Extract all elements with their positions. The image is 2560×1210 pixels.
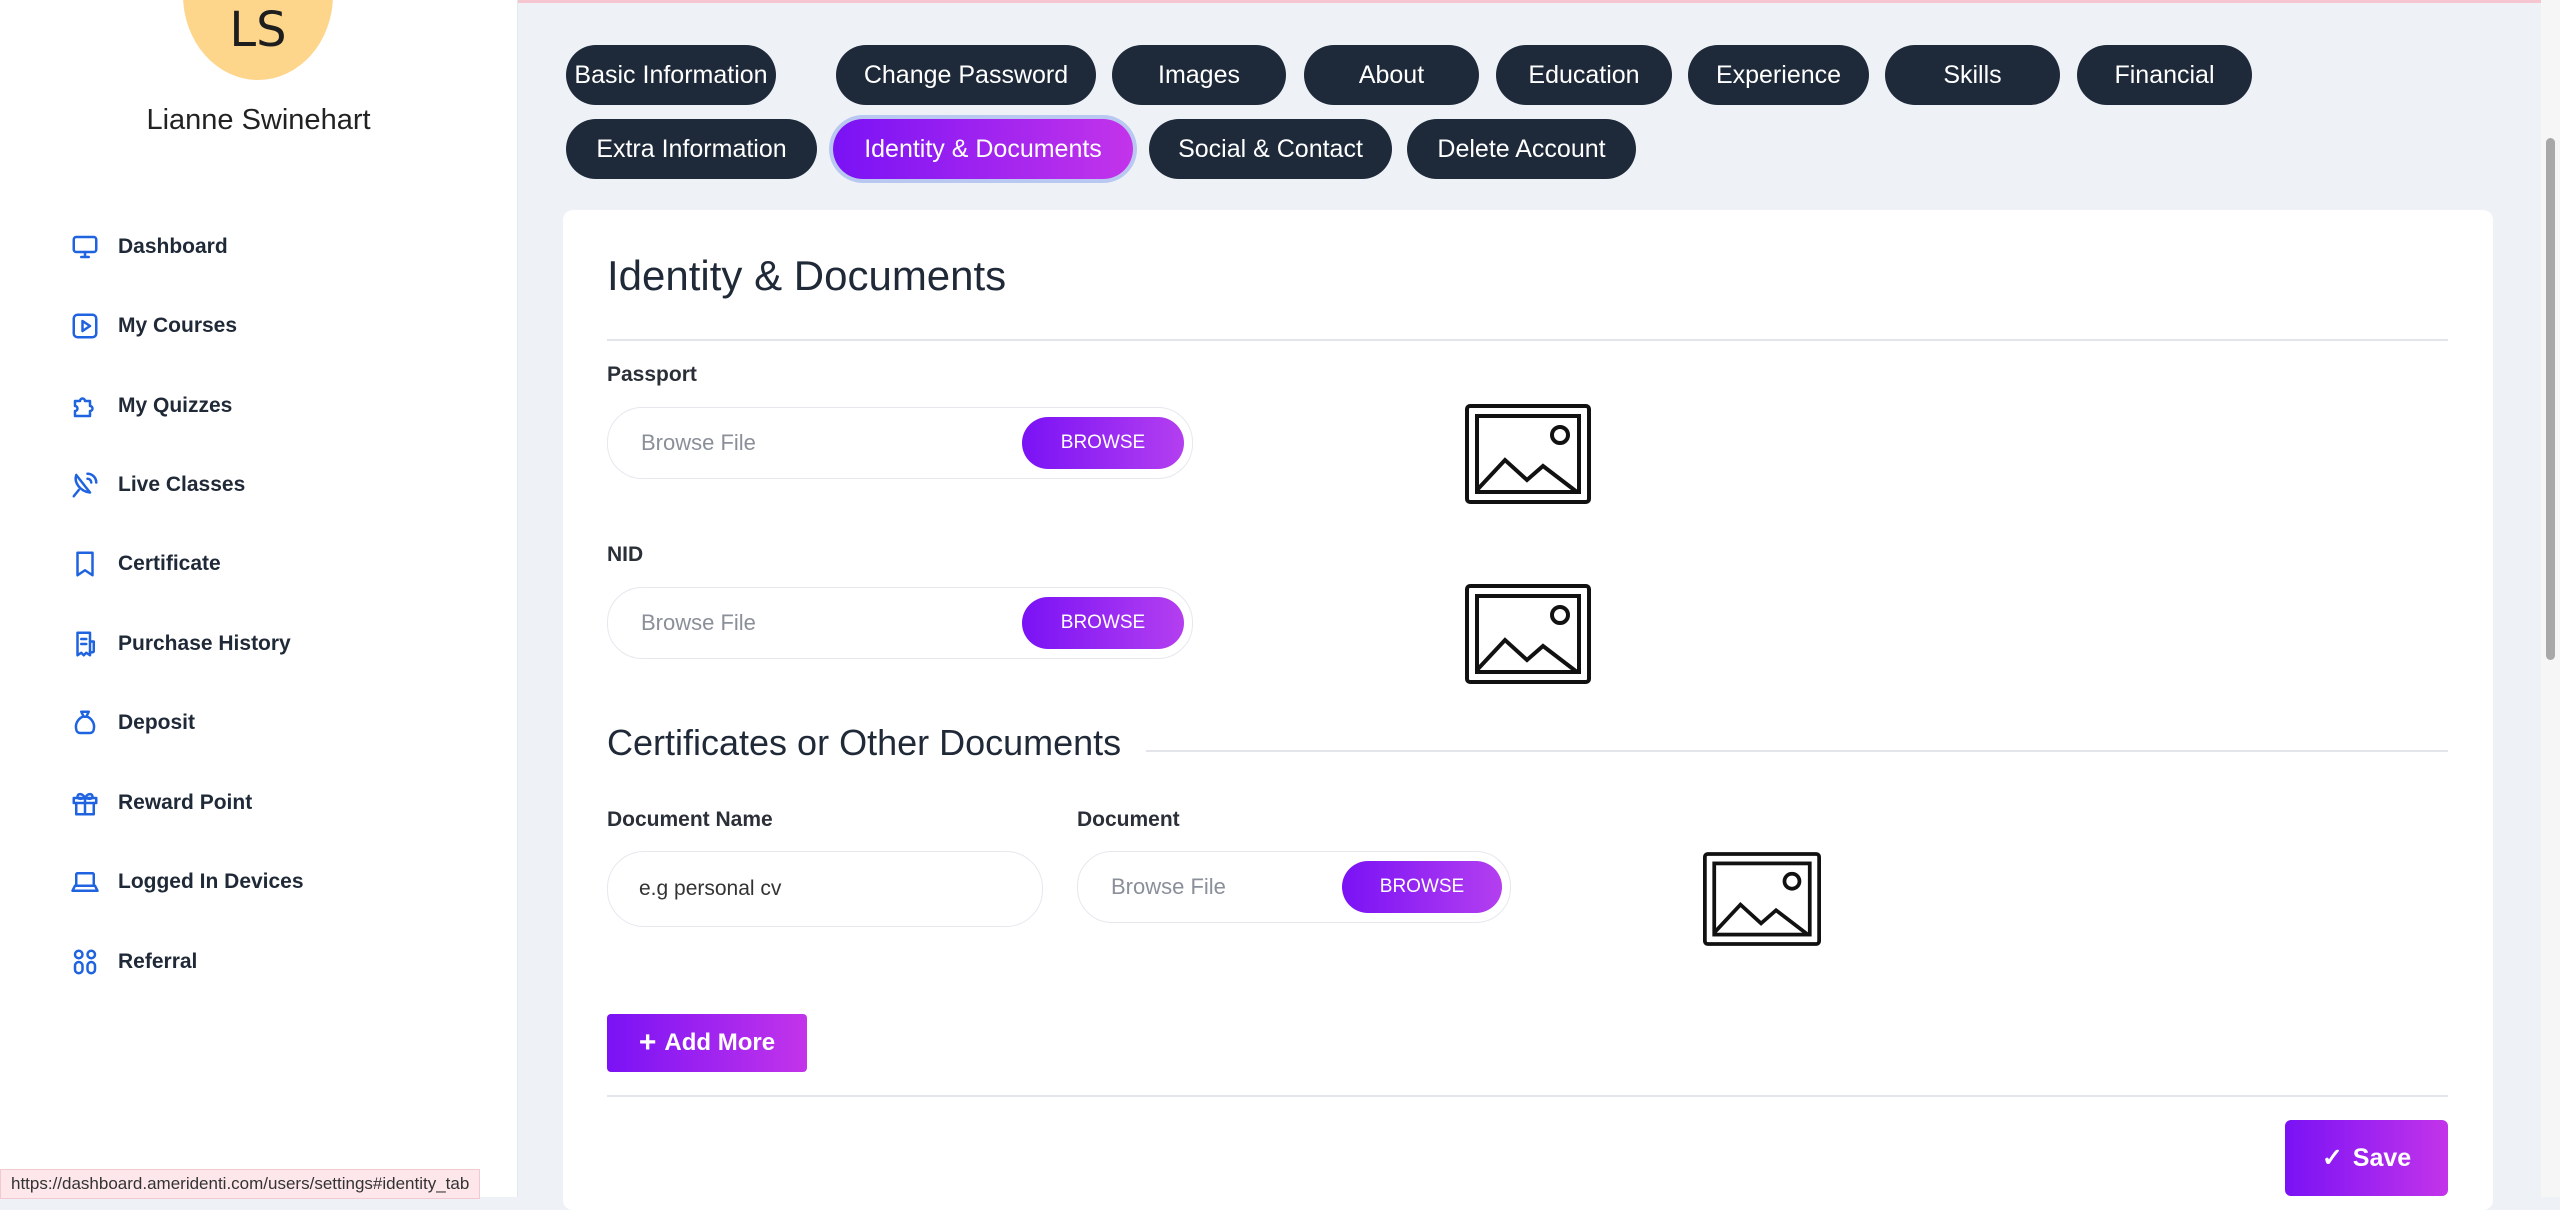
sidebar-item-live-classes[interactable]: Live Classes xyxy=(68,463,245,507)
tab-social-contact[interactable]: Social & Contact xyxy=(1149,119,1392,179)
image-placeholder-icon xyxy=(1703,852,1821,946)
tab-experience[interactable]: Experience xyxy=(1688,45,1869,105)
sidebar-item-referral[interactable]: Referral xyxy=(68,940,197,984)
tab-extra-information[interactable]: Extra Information xyxy=(566,119,817,179)
avatar-initials: LS xyxy=(229,2,287,58)
sidebar-item-purchase-history[interactable]: Purchase History xyxy=(68,622,291,666)
sidebar-item-label: Purchase History xyxy=(118,632,291,655)
tab-images[interactable]: Images xyxy=(1112,45,1286,105)
sidebar-item-dashboard[interactable]: Dashboard xyxy=(68,225,228,269)
document-name-label: Document Name xyxy=(607,808,773,831)
user-name: Lianne Swinehart xyxy=(146,104,371,136)
document-label: Document xyxy=(1077,808,1180,831)
nid-browse-button[interactable]: BROWSE xyxy=(1022,597,1184,649)
document-name-value: e.g personal cv xyxy=(639,877,782,900)
sidebar-item-logged-in-devices[interactable]: Logged In Devices xyxy=(68,860,304,904)
add-more-button[interactable]: + Add More xyxy=(607,1014,807,1072)
users-icon xyxy=(68,945,102,979)
sidebar-item-label: My Courses xyxy=(118,314,238,337)
scrollbar-thumb[interactable] xyxy=(2546,138,2555,660)
sidebar-item-label: Referral xyxy=(118,950,198,973)
sidebar-item-label: Certificate xyxy=(118,552,221,575)
sidebar-item-label: Live Classes xyxy=(118,473,246,496)
monitor-icon xyxy=(68,230,102,264)
identity-documents-card xyxy=(563,210,2493,1210)
save-button[interactable]: ✓ Save xyxy=(2285,1120,2448,1196)
sidebar-item-my-courses[interactable]: My Courses xyxy=(68,304,237,348)
passport-file-input[interactable]: Browse File BROWSE xyxy=(607,407,1193,479)
sidebar-item-reward-point[interactable]: Reward Point xyxy=(68,781,252,825)
sidebar: LS Lianne Swinehart Dashboard My Courses… xyxy=(0,0,518,1197)
passport-label: Passport xyxy=(607,363,697,386)
sidebar-item-label: My Quizzes xyxy=(118,394,233,417)
nid-file-input[interactable]: Browse File BROWSE xyxy=(607,587,1193,659)
sidebar-item-my-quizzes[interactable]: My Quizzes xyxy=(68,384,232,428)
document-file-placeholder: Browse File xyxy=(1111,874,1226,899)
sidebar-item-label: Deposit xyxy=(118,711,196,734)
tab-identity-documents[interactable]: Identity & Documents xyxy=(833,119,1133,179)
bookmark-icon xyxy=(68,547,102,581)
sidebar-item-label: Dashboard xyxy=(118,235,228,258)
tab-financial[interactable]: Financial xyxy=(2077,45,2252,105)
nid-file-placeholder: Browse File xyxy=(641,610,756,635)
tab-about[interactable]: About xyxy=(1304,45,1479,105)
sidebar-item-label: Reward Point xyxy=(118,791,253,814)
page-title: Identity & Documents xyxy=(607,252,1007,299)
avatar[interactable]: LS xyxy=(183,0,333,80)
image-placeholder-icon xyxy=(1465,404,1591,504)
gift-icon xyxy=(68,786,102,820)
document-file-input[interactable]: Browse File BROWSE xyxy=(1077,851,1511,923)
title-divider xyxy=(607,339,2448,341)
sidebar-item-deposit[interactable]: Deposit xyxy=(68,701,195,745)
tab-basic-information[interactable]: Basic Information xyxy=(566,45,776,105)
sidebar-item-label: Logged In Devices xyxy=(118,870,304,893)
footer-divider xyxy=(607,1095,2448,1097)
tab-education[interactable]: Education xyxy=(1496,45,1672,105)
document-browse-button[interactable]: BROWSE xyxy=(1342,861,1502,913)
add-more-label: Add More xyxy=(664,1029,776,1056)
checkmark-icon: ✓ xyxy=(2321,1144,2343,1172)
tab-delete-account[interactable]: Delete Account xyxy=(1407,119,1636,179)
puzzle-icon xyxy=(68,389,102,423)
tab-skills[interactable]: Skills xyxy=(1885,45,2060,105)
save-label: Save xyxy=(2352,1143,2412,1172)
certificates-section-title: Certificates or Other Documents xyxy=(607,722,1122,763)
section-divider xyxy=(1146,750,2448,752)
image-placeholder-icon xyxy=(1465,584,1591,684)
document-name-input[interactable]: e.g personal cv xyxy=(607,851,1043,927)
tab-change-password[interactable]: Change Password xyxy=(836,45,1096,105)
passport-file-placeholder: Browse File xyxy=(641,430,756,455)
status-bar-url: https://dashboard.ameridenti.com/users/s… xyxy=(0,1169,481,1199)
satellite-dish-icon xyxy=(68,468,102,502)
play-square-icon xyxy=(68,309,102,343)
receipt-icon xyxy=(68,627,102,661)
laptop-icon xyxy=(68,865,102,899)
money-bag-icon xyxy=(68,706,102,740)
nid-label: NID xyxy=(607,543,644,566)
sidebar-item-certificate[interactable]: Certificate xyxy=(68,542,221,586)
passport-browse-button[interactable]: BROWSE xyxy=(1022,417,1184,469)
plus-icon: + xyxy=(638,1026,657,1059)
